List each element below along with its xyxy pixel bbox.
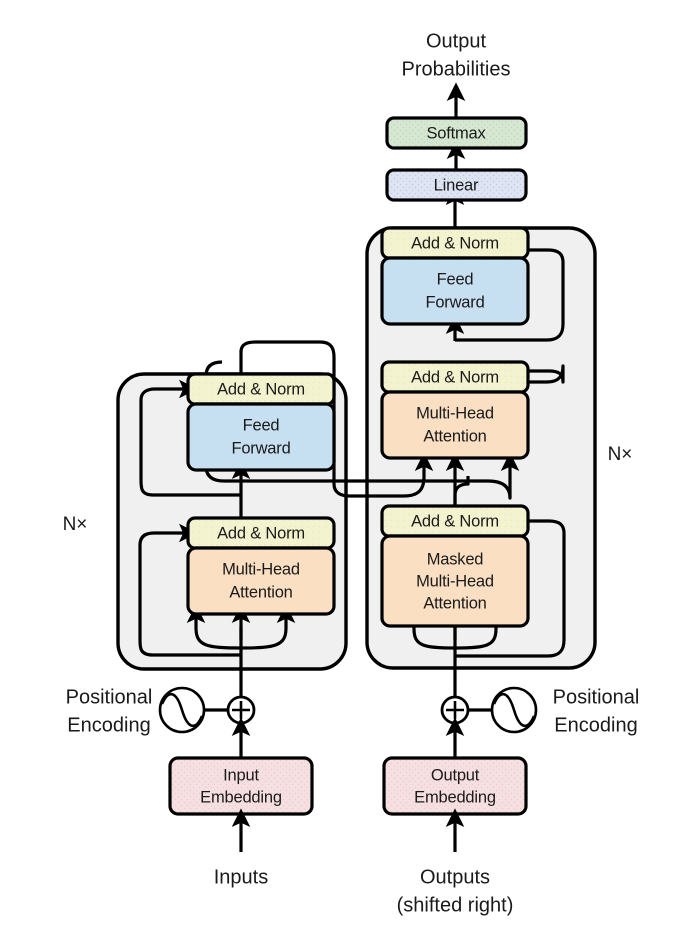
encoder-attention-label-line2: Attention [229, 583, 292, 601]
linear-label: Linear [434, 176, 479, 194]
encoder-attention-label-line1: Multi-Head [222, 560, 300, 578]
input-embedding-label-line1: Input [223, 766, 259, 784]
decoder-add-norm-bottom-label: Add & Norm [411, 512, 499, 530]
decoder-masked-attention-label-line3: Attention [423, 594, 486, 612]
decoder-masked-attention-label-line1: Masked [427, 550, 484, 568]
encoder-multi-head-attention-box [186, 546, 336, 616]
decoder-add-norm-middle-label: Add & Norm [411, 368, 499, 386]
decoder-feed-forward-label-line1: Feed [437, 270, 474, 288]
encoder-add-norm-upper-label: Add & Norm [217, 380, 305, 398]
transformer-architecture-diagram: Add & Norm Multi-Head Attention Add & No… [0, 0, 700, 933]
decoder-cross-attention-label-line2: Attention [423, 427, 486, 445]
encoder-positional-encoding-label-line2: Encoding [67, 714, 150, 736]
output-probabilities-label-line1: Output [426, 30, 486, 52]
input-embedding-label-line2: Embedding [200, 788, 282, 806]
decoder-cross-attention-box [380, 390, 530, 460]
encoder-feed-forward-label-line1: Feed [243, 416, 280, 434]
decoder-positional-encoding-label-line1: Positional [553, 686, 640, 708]
output-embedding-label-line2: Embedding [414, 788, 496, 806]
encoder-feed-forward-label-line2: Forward [231, 439, 290, 457]
decoder-add-norm-top-label: Add & Norm [411, 234, 499, 252]
decoder-positional-encoding-label-line2: Encoding [554, 714, 637, 736]
architecture-canvas: Add & Norm Multi-Head Attention Add & No… [63, 30, 640, 916]
decoder-feed-forward-box [380, 256, 530, 326]
output-probabilities-label-line2: Probabilities [402, 58, 511, 80]
softmax-label: Softmax [426, 124, 486, 142]
decoder-feed-forward-label-line2: Forward [425, 293, 484, 311]
decoder-cross-attention-label-line1: Multi-Head [416, 404, 494, 422]
encoder-add-norm-lower-label: Add & Norm [217, 524, 305, 542]
encoder-feed-forward-box [186, 402, 336, 472]
outputs-label-line2: (shifted right) [397, 894, 514, 916]
outputs-label-line1: Outputs [420, 866, 490, 888]
inputs-label: Inputs [214, 866, 268, 888]
encoder-positional-encoding-label-line1: Positional [66, 686, 153, 708]
decoder-repeat-count-label: N× [608, 444, 633, 465]
output-embedding-label-line1: Output [431, 766, 480, 784]
encoder-repeat-count-label: N× [63, 514, 88, 535]
decoder-masked-attention-label-line2: Multi-Head [416, 572, 494, 590]
